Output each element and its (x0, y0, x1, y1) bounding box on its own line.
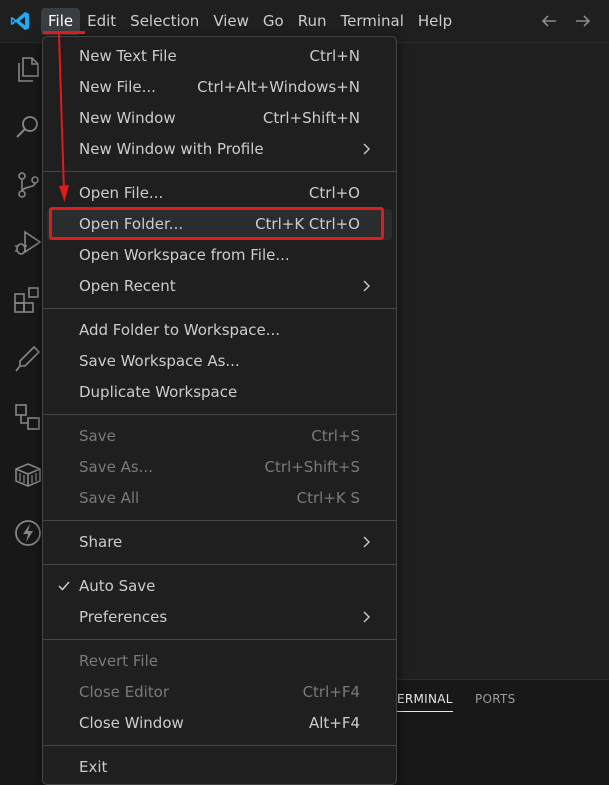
vscode-logo-icon (10, 11, 30, 31)
menu-save[interactable]: Save Ctrl+S (47, 421, 392, 452)
explorer-icon[interactable] (12, 53, 44, 85)
file-menu-dropdown: New Text File Ctrl+N New File... Ctrl+Al… (42, 36, 397, 785)
menu-terminal[interactable]: Terminal (334, 8, 411, 35)
menu-add-folder-to-workspace[interactable]: Add Folder to Workspace... (47, 315, 392, 346)
menu-duplicate-workspace[interactable]: Duplicate Workspace (47, 377, 392, 408)
chevron-right-icon (363, 280, 370, 292)
menu-save-all[interactable]: Save All Ctrl+K S (47, 483, 392, 514)
menu-preferences[interactable]: Preferences (47, 602, 392, 633)
shortcut-label: Ctrl+O (308, 184, 360, 202)
menu-close-window[interactable]: Close Window Alt+F4 (47, 708, 392, 739)
menu-go[interactable]: Go (256, 8, 291, 35)
menu-revert-file[interactable]: Revert File (47, 646, 392, 677)
shortcut-label: Ctrl+S (311, 427, 360, 445)
menu-open-recent[interactable]: Open Recent (47, 271, 392, 302)
menu-separator (43, 171, 396, 172)
menu-selection[interactable]: Selection (123, 8, 206, 35)
containers-icon[interactable] (12, 459, 44, 491)
menu-save-workspace-as[interactable]: Save Workspace As... (47, 346, 392, 377)
menu-run[interactable]: Run (291, 8, 334, 35)
menu-item-label: Duplicate Workspace (79, 383, 238, 401)
menu-item-label: Save (79, 427, 116, 445)
menu-edit[interactable]: Edit (80, 8, 123, 35)
menu-item-label: Revert File (79, 652, 158, 670)
menu-open-workspace-from-file[interactable]: Open Workspace from File... (47, 240, 392, 271)
checkmark-icon (58, 581, 70, 591)
menu-help[interactable]: Help (411, 8, 459, 35)
arrow-right-icon[interactable] (573, 11, 593, 31)
annotation-highlight-box (49, 207, 384, 240)
menu-item-label: Auto Save (79, 577, 156, 595)
menu-separator (43, 639, 396, 640)
menu-item-label: Share (79, 533, 123, 551)
annotation-arrow-icon (58, 34, 69, 202)
menu-separator (43, 520, 396, 521)
menu-item-label: Open File... (79, 184, 164, 202)
chevron-right-icon (363, 536, 370, 548)
shortcut-label: Alt+F4 (308, 714, 360, 732)
shortcut-label: Ctrl+Shift+N (262, 109, 360, 127)
menu-new-text-file[interactable]: New Text File Ctrl+N (47, 41, 392, 72)
menu-item-label: Close Window (79, 714, 184, 732)
menu-item-label: New Window (79, 109, 176, 127)
testing-icon[interactable] (12, 343, 44, 375)
shortcut-label: Ctrl+K S (296, 489, 360, 507)
menu-item-label: Save Workspace As... (79, 352, 240, 370)
menu-separator (43, 564, 396, 565)
menu-separator (43, 414, 396, 415)
tab-ports[interactable]: PORTS (475, 692, 516, 706)
menu-item-label: Open Recent (79, 277, 176, 295)
source-control-icon[interactable] (12, 169, 44, 201)
menu-exit[interactable]: Exit (47, 752, 392, 783)
menu-item-label: Save As... (79, 458, 153, 476)
tab-terminal[interactable]: ERMINAL (397, 692, 453, 712)
menu-item-label: Add Folder to Workspace... (79, 321, 281, 339)
menu-item-label: Open Workspace from File... (79, 246, 290, 264)
thunder-client-icon[interactable] (12, 517, 44, 549)
menu-item-label: New Text File (79, 47, 177, 65)
menu-item-label: New Window with Profile (79, 140, 264, 158)
shortcut-label: Ctrl+Alt+Windows+N (197, 78, 360, 96)
menu-separator (43, 745, 396, 746)
navigation-arrows (539, 11, 593, 31)
menu-separator (43, 308, 396, 309)
search-icon[interactable] (12, 111, 44, 143)
menu-view[interactable]: View (206, 8, 256, 35)
vscode-window: File Edit Selection View Go Run Terminal… (0, 0, 609, 785)
menu-new-window[interactable]: New Window Ctrl+Shift+N (47, 103, 392, 134)
menu-item-label: Save All (79, 489, 140, 507)
shortcut-label: Ctrl+Shift+S (264, 458, 360, 476)
menu-close-editor[interactable]: Close Editor Ctrl+F4 (47, 677, 392, 708)
menu-item-label: Preferences (79, 608, 168, 626)
chevron-right-icon (363, 143, 370, 155)
menu-share[interactable]: Share (47, 527, 392, 558)
menu-save-as[interactable]: Save As... Ctrl+Shift+S (47, 452, 392, 483)
menu-open-file[interactable]: Open File... Ctrl+O (47, 178, 392, 209)
shortcut-label: Ctrl+N (309, 47, 360, 65)
extensions-icon[interactable] (12, 285, 44, 317)
remote-explorer-icon[interactable] (12, 401, 44, 433)
menu-item-label: New File... (79, 78, 156, 96)
arrow-left-icon[interactable] (539, 11, 559, 31)
chevron-right-icon (363, 611, 370, 623)
run-debug-icon[interactable] (12, 227, 44, 259)
menu-bar: File Edit Selection View Go Run Terminal… (41, 8, 459, 35)
menu-item-label: Exit (79, 758, 108, 776)
menu-auto-save[interactable]: Auto Save (47, 571, 392, 602)
menu-new-window-with-profile[interactable]: New Window with Profile (47, 134, 392, 165)
menu-item-label: Close Editor (79, 683, 170, 701)
menu-new-file[interactable]: New File... Ctrl+Alt+Windows+N (47, 72, 392, 103)
shortcut-label: Ctrl+F4 (302, 683, 360, 701)
